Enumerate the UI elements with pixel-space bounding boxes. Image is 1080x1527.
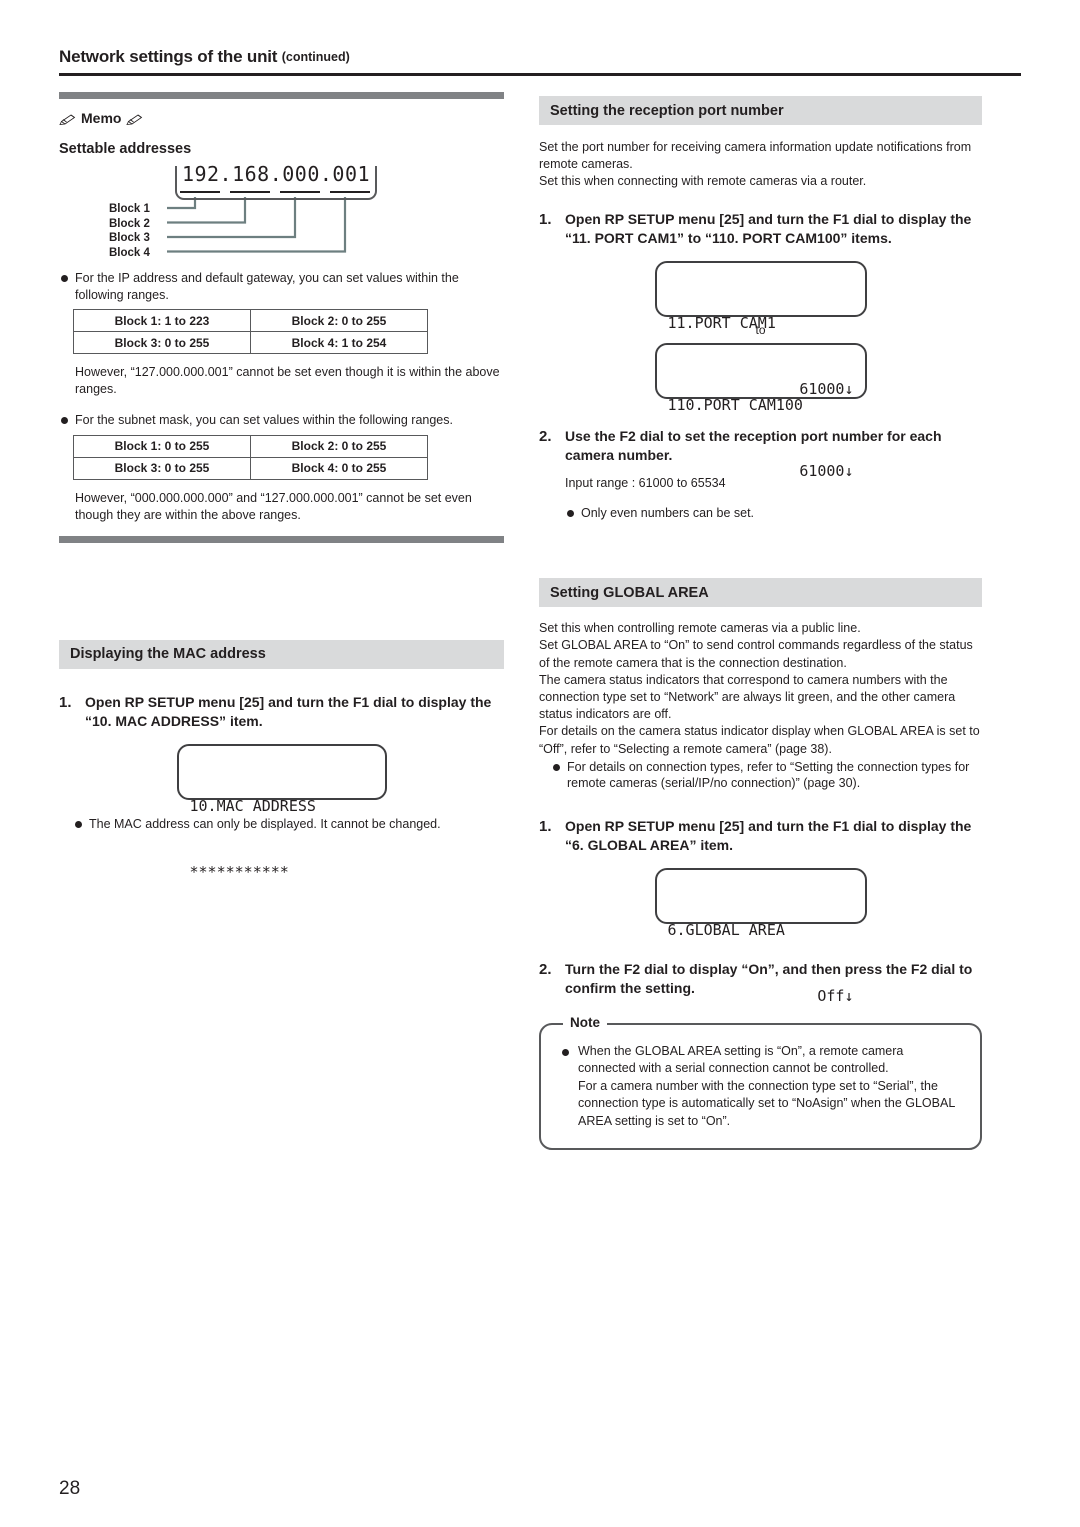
lcd-line-2: *********** xyxy=(189,862,289,881)
subnet-range-table: Block 1: 0 to 255 Block 2: 0 to 255 Bloc… xyxy=(73,434,428,480)
global-area-step-2-text: Turn the F2 dial to display “On”, and th… xyxy=(565,960,973,997)
lcd-panel-port-cam100: 110.PORT CAM100 61000↓ xyxy=(654,342,867,480)
subnet-range-bullet: For the subnet mask, you can set values … xyxy=(59,412,504,429)
section-header-reception-port: Setting the reception port number xyxy=(539,96,982,125)
mac-step-1: 1. Open RP SETUP menu [25] and turn the … xyxy=(59,693,504,732)
global-area-step-1-number: 1. xyxy=(539,817,552,835)
block-label-2: Block 2 xyxy=(109,217,150,230)
port-step-2-text: Use the F2 dial to set the reception por… xyxy=(565,427,942,464)
right-column: Setting the reception port number Set th… xyxy=(539,96,982,1151)
ip-octet-underlines xyxy=(175,191,377,193)
ip-range-table: Block 1: 1 to 223 Block 2: 0 to 255 Bloc… xyxy=(73,309,428,354)
global-area-step-2-number: 2. xyxy=(539,960,552,978)
global-area-intro: Set this when controlling remote cameras… xyxy=(539,621,980,756)
table-cell: Block 1: 1 to 223 xyxy=(73,309,251,332)
page-title-continued: (continued) xyxy=(281,50,350,64)
pencil-icon xyxy=(59,112,76,125)
mac-step-1-number: 1. xyxy=(59,693,72,711)
note-box: Note When the GLOBAL AREA setting is “On… xyxy=(539,1014,982,1151)
lcd-panel-mac-address: 10.MAC ADDRESS *********** xyxy=(176,743,387,881)
note-box-item-text: When the GLOBAL AREA setting is “On”, a … xyxy=(578,1043,955,1128)
port-step-2-number: 2. xyxy=(539,427,552,445)
table-row: Block 1: 0 to 255 Block 2: 0 to 255 xyxy=(73,434,428,458)
section-header-global-area-label: Setting GLOBAL AREA xyxy=(550,584,709,601)
global-area-connection-bullet: For details on connection types, refer t… xyxy=(539,759,982,792)
port-step-1: 1. Open RP SETUP menu [25] and turn the … xyxy=(539,210,982,249)
mac-address-bullet: The MAC address can only be displayed. I… xyxy=(59,816,504,833)
block-label-3: Block 3 xyxy=(109,232,150,244)
mac-step-1-text: Open RP SETUP menu [25] and turn the F1 … xyxy=(85,693,492,730)
section-header-mac-address: Displaying the MAC address xyxy=(59,639,504,669)
reception-port-intro: Set the port number for receiving camera… xyxy=(539,140,972,189)
section-header-global-area: Setting GLOBAL AREA xyxy=(539,578,982,608)
ip-range-bullet-text: For the IP address and default gateway, … xyxy=(75,271,459,302)
lcd-line-1: 10.MAC ADDRESS xyxy=(189,796,316,815)
lcd-line-1: 6.GLOBAL AREA xyxy=(667,920,785,939)
section-header-reception-port-label: Setting the reception port number xyxy=(550,102,784,119)
global-area-step-1: 1. Open RP SETUP menu [25] and turn the … xyxy=(539,817,982,856)
manual-page: Network settings of the unit (continued)… xyxy=(0,0,1080,1527)
table-cell: Block 2: 0 to 255 xyxy=(250,434,428,458)
port-step-1-number: 1. xyxy=(539,210,552,228)
global-area-connection-text: For details on connection types, refer t… xyxy=(567,759,970,791)
mac-address-bullet-text: The MAC address can only be displayed. I… xyxy=(89,816,441,831)
ip-address-diagram: 192.168.000.001 Block 1 Block 2 Block 3 … xyxy=(59,162,504,260)
ip-value-bracket: 192.168.000.001 xyxy=(175,162,377,200)
bullet-dot-icon xyxy=(562,1048,569,1056)
bullet-dot-icon xyxy=(567,509,574,517)
table-cell: Block 2: 0 to 255 xyxy=(250,309,428,332)
lcd-range-to-label: to xyxy=(755,322,766,337)
bullet-dot-icon xyxy=(61,275,68,282)
ip-range-bullet: For the IP address and default gateway, … xyxy=(59,270,504,303)
page-number: 28 xyxy=(59,1478,81,1499)
memo-label: Memo xyxy=(81,110,122,126)
lcd-panel-global-area: 6.GLOBAL AREA Off↓ xyxy=(654,867,867,1005)
subnet-range-bullet-text: For the subnet mask, you can set values … xyxy=(75,413,453,427)
header-rule xyxy=(59,73,1021,76)
table-cell: Block 3: 0 to 255 xyxy=(73,456,251,480)
table-row: Block 3: 0 to 255 Block 4: 0 to 255 xyxy=(73,456,428,480)
table-cell: Block 1: 0 to 255 xyxy=(73,434,251,458)
bullet-dot-icon xyxy=(61,417,68,424)
port-step-1-text: Open RP SETUP menu [25] and turn the F1 … xyxy=(565,210,972,247)
global-area-step-2: 2. Turn the F2 dial to display “On”, and… xyxy=(539,960,982,999)
port-even-numbers-text: Only even numbers can be set. xyxy=(581,505,755,520)
table-cell: Block 4: 0 to 255 xyxy=(250,456,428,480)
left-column: Memo Settable addresses 192.168.000.001 … xyxy=(59,92,504,881)
settable-addresses-heading: Settable addresses xyxy=(59,141,192,157)
block-label-list: Block 1 Block 2 Block 3 Block 4 xyxy=(109,202,179,260)
port-step-2: 2. Use the F2 dial to set the reception … xyxy=(539,427,982,466)
memo-title: Memo xyxy=(59,110,504,126)
page-header: Network settings of the unit (continued) xyxy=(59,47,1021,76)
note-box-label: Note xyxy=(563,1014,607,1030)
page-title: Network settings of the unit xyxy=(59,47,278,66)
bullet-dot-icon xyxy=(75,820,82,828)
lcd-line-1: 110.PORT CAM100 xyxy=(667,395,803,414)
lcd-panel-port-cam1: 11.PORT CAM1 61000↓ xyxy=(654,260,867,398)
ip-range-exception-note: However, “127.000.000.001” cannot be set… xyxy=(75,365,500,396)
pencil-icon-right xyxy=(126,112,143,125)
global-area-step-1-text: Open RP SETUP menu [25] and turn the F1 … xyxy=(565,817,972,854)
table-cell: Block 3: 0 to 255 xyxy=(73,331,251,354)
port-even-numbers-bullet: Only even numbers can be set. xyxy=(539,505,982,522)
section-header-mac-address-label: Displaying the MAC address xyxy=(70,646,266,662)
note-box-item: When the GLOBAL AREA setting is “On”, a … xyxy=(561,1043,962,1131)
memo-top-bar xyxy=(59,92,504,99)
subnet-range-exception-note: However, “000.000.000.000” and “127.000.… xyxy=(75,490,472,522)
table-row: Block 3: 0 to 255 Block 4: 1 to 254 xyxy=(73,331,428,354)
table-row: Block 1: 1 to 223 Block 2: 0 to 255 xyxy=(73,309,428,332)
bullet-dot-icon xyxy=(553,763,560,771)
block-label-4: Block 4 xyxy=(109,246,150,259)
memo-bottom-bar xyxy=(59,535,504,543)
table-cell: Block 4: 1 to 254 xyxy=(250,331,428,354)
block-label-1: Block 1 xyxy=(109,203,150,215)
ip-address-value: 192.168.000.001 xyxy=(181,162,371,186)
